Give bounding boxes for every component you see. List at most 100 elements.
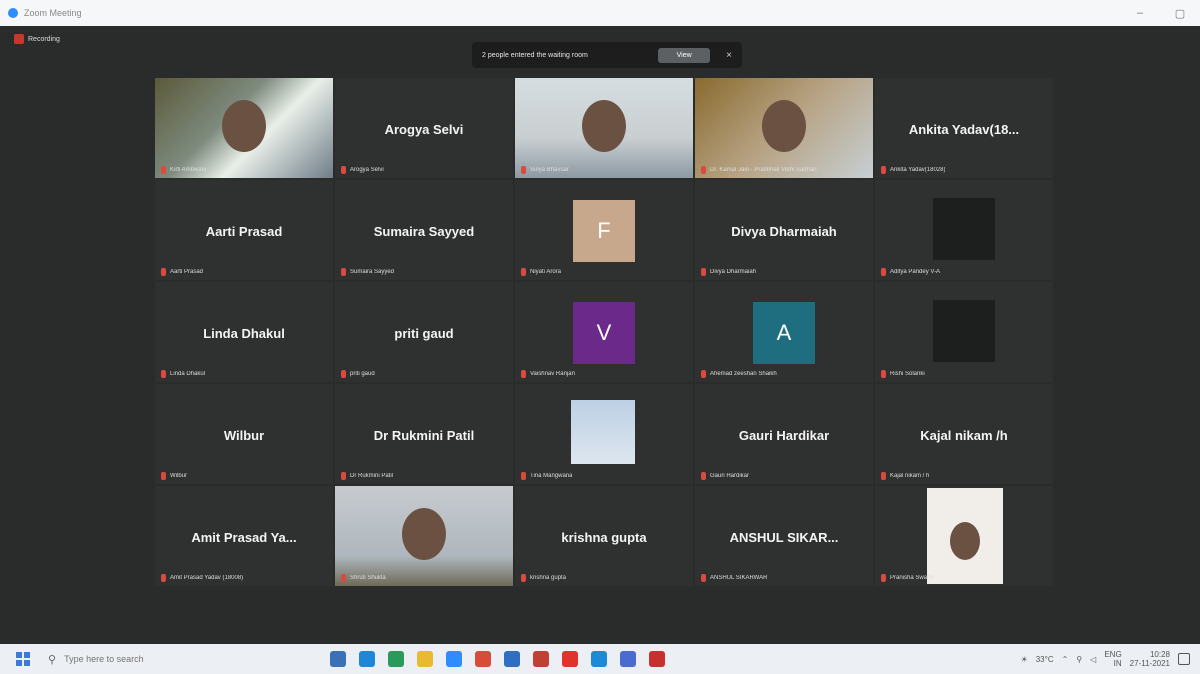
- record-icon[interactable]: [649, 651, 665, 667]
- search-icon: ⚲: [48, 653, 57, 666]
- participant-tile[interactable]: Sulya Bhavsar: [515, 78, 693, 178]
- mic-muted-icon: [701, 370, 706, 378]
- participant-tile[interactable]: Kirti Ambwani: [155, 78, 333, 178]
- participant-name-label: Gauri Hardikar: [710, 473, 750, 479]
- participant-tile[interactable]: A Ahemad zeeshan Shaikh: [695, 282, 873, 382]
- participant-tile[interactable]: Rishi Solanki: [875, 282, 1053, 382]
- clock[interactable]: 10:28 27-11-2021: [1130, 650, 1170, 668]
- mic-muted-icon: [881, 472, 886, 480]
- participant-label: Ahemad zeeshan Shaikh: [701, 370, 777, 378]
- participant-tile[interactable]: Aarti Prasad Aarti Prasad: [155, 180, 333, 280]
- participant-tile[interactable]: Kajal nikam /h Kajal nikam / h: [875, 384, 1053, 484]
- participant-name-label: Tina Mangwana: [530, 473, 573, 479]
- store-icon[interactable]: [388, 651, 404, 667]
- participant-name-label: Aarti Prasad: [170, 269, 204, 275]
- participant-tile[interactable]: V Vaishnav Ranjan: [515, 282, 693, 382]
- participant-tile[interactable]: Wilbur Wilbur: [155, 384, 333, 484]
- taskview-icon[interactable]: [330, 651, 346, 667]
- photos-icon[interactable]: [533, 651, 549, 667]
- search-input[interactable]: [64, 654, 285, 664]
- taskbar-search[interactable]: ⚲: [48, 648, 308, 670]
- participant-tile[interactable]: F Niyati Arora: [515, 180, 693, 280]
- weather-icon[interactable]: ☀: [1021, 655, 1028, 664]
- participant-tile[interactable]: Pranisha Swami: [875, 486, 1053, 586]
- participant-tile[interactable]: Amit Prasad Ya... Amit Prasad Yadav (1800…: [155, 486, 333, 586]
- participant-display-name: Ankita Yadav(18...: [908, 122, 1020, 137]
- mic-muted-icon: [161, 268, 166, 276]
- participant-tile[interactable]: Aditya Pandey V-A: [875, 180, 1053, 280]
- participant-name-label: Wilbur: [170, 473, 188, 479]
- participant-name-label: Arogya Selvi: [350, 167, 384, 173]
- participant-tile[interactable]: ANSHUL SIKAR... ANSHUL SIKARWAR: [695, 486, 873, 586]
- participant-label: Tina Mangwana: [521, 472, 572, 480]
- participant-label: Wilbur: [161, 472, 187, 480]
- participant-video: [515, 78, 693, 178]
- zoom-icon[interactable]: [446, 651, 462, 667]
- mic-muted-icon: [161, 370, 166, 378]
- participant-tile[interactable]: Dr Rukmini Patil Dr Rukmini Patil: [335, 384, 513, 484]
- participant-label: Linda Dhakul: [161, 370, 205, 378]
- mic-muted-icon: [161, 472, 166, 480]
- mic-muted-icon: [881, 268, 886, 276]
- notifications-icon[interactable]: [1178, 653, 1190, 665]
- participant-tile[interactable]: Linda Dhakul Linda Dhakul: [155, 282, 333, 382]
- windows-start-icon[interactable]: [16, 652, 30, 666]
- volume-icon[interactable]: ◁: [1090, 655, 1096, 664]
- meeting-area: Recording 2 people entered the waiting r…: [0, 26, 1200, 644]
- participant-display-name: krishna gupta: [561, 530, 647, 545]
- window-title-bar: Zoom Meeting – ▢: [0, 0, 1200, 26]
- recording-indicator[interactable]: Recording: [14, 34, 60, 44]
- participant-label: Ankita Yadav(18028): [881, 166, 945, 174]
- participant-avatar: [933, 198, 995, 260]
- explorer-icon[interactable]: [417, 651, 433, 667]
- participant-name-label: Linda Dhakul: [170, 371, 206, 377]
- participant-tile[interactable]: Tina Mangwana: [515, 384, 693, 484]
- participant-tile[interactable]: Ankita Yadav(18... Ankita Yadav(18028): [875, 78, 1053, 178]
- zoom-app-icon: [8, 8, 18, 18]
- participant-display-name: Sumaira Sayyed: [373, 224, 475, 239]
- participant-label: Kajal nikam / h: [881, 472, 929, 480]
- minimize-button[interactable]: –: [1120, 0, 1160, 26]
- participant-display-name: ANSHUL SIKAR...: [729, 530, 839, 545]
- participant-video: [335, 486, 513, 586]
- paint-icon[interactable]: [475, 651, 491, 667]
- participant-tile[interactable]: krishna gupta krishna gupta: [515, 486, 693, 586]
- participant-avatar: V: [573, 302, 635, 364]
- chevron-up-icon[interactable]: ⌃: [1062, 655, 1069, 664]
- participant-tile[interactable]: Dr. Kamal Jain - Pratibhali Vidhi Sadhan: [695, 78, 873, 178]
- participant-name-label: Dr. Kamal Jain - Pratibhali Vidhi Sadhan: [710, 167, 817, 173]
- participant-tile[interactable]: Sumaira Sayyed Sumaira Sayyed: [335, 180, 513, 280]
- close-icon[interactable]: ×: [726, 50, 732, 61]
- network-icon[interactable]: ⚲: [1076, 655, 1082, 664]
- participant-tile[interactable]: Divya Dharmaiah Divya Dharmaiah: [695, 180, 873, 280]
- participant-avatar: A: [753, 302, 815, 364]
- participant-name-label: ANSHUL SIKARWAR: [710, 575, 768, 581]
- skype-icon[interactable]: [591, 651, 607, 667]
- mic-muted-icon: [521, 574, 526, 582]
- mic-muted-icon: [701, 166, 706, 174]
- language-indicator[interactable]: ENG IN: [1104, 650, 1121, 668]
- maximize-button[interactable]: ▢: [1160, 0, 1200, 26]
- participant-name-label: Shruti Shukla: [350, 575, 386, 581]
- participant-tile[interactable]: priti gaud priti gaud: [335, 282, 513, 382]
- mic-muted-icon: [881, 370, 886, 378]
- participant-tile[interactable]: Arogya Selvi Arogya Selvi: [335, 78, 513, 178]
- edge-icon[interactable]: [359, 651, 375, 667]
- participant-name-label: priti gaud: [350, 371, 375, 377]
- view-button[interactable]: View: [658, 47, 711, 63]
- participant-face: [582, 100, 626, 152]
- notification-text: 2 people entered the waiting room: [482, 51, 588, 59]
- mic-muted-icon: [881, 574, 886, 582]
- participant-label: Divya Dharmaiah: [701, 268, 756, 276]
- weather-text[interactable]: 33°C: [1036, 655, 1054, 664]
- mail-icon[interactable]: [504, 651, 520, 667]
- participant-name-label: Kajal nikam / h: [890, 473, 930, 479]
- opera-icon[interactable]: [562, 651, 578, 667]
- participant-name-label: Kirti Ambwani: [170, 167, 207, 173]
- participant-tile[interactable]: Gauri Hardikar Gauri Hardikar: [695, 384, 873, 484]
- participant-display-name: Kajal nikam /h: [920, 428, 1008, 443]
- participant-display-name: Amit Prasad Ya...: [191, 530, 297, 545]
- participant-tile[interactable]: Shruti Shukla: [335, 486, 513, 586]
- teams-icon[interactable]: [620, 651, 636, 667]
- participant-avatar: [933, 300, 995, 362]
